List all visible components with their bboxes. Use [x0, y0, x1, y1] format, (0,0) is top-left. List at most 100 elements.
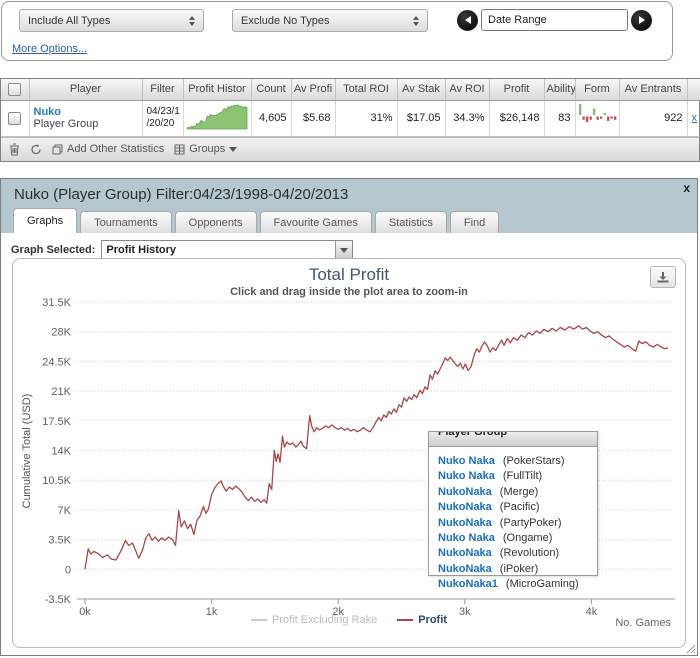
date-range-input[interactable]: Date Range — [481, 9, 628, 31]
table-row: Nuko Player Group 04/23/1 /20/20 4,605 $… — [1, 100, 700, 136]
player-site-link[interactable]: NukoNaka — [438, 485, 492, 500]
count-cell: 4,605 — [251, 100, 291, 136]
player-site-link[interactable]: NukoNaka — [438, 516, 492, 531]
select-all-header — [1, 79, 29, 100]
col-av-stak[interactable]: Av Stak — [397, 79, 445, 100]
player-group-row: NukoNaka(Revolution) — [438, 546, 588, 561]
site-label: (MicroGaming) — [506, 577, 579, 592]
player-group-row: NukoNaka (Merge) — [438, 485, 588, 500]
x-axis-title: No. Games — [615, 617, 671, 629]
tab-graphs[interactable]: Graphs — [13, 208, 77, 233]
svg-text:7K: 7K — [58, 505, 72, 517]
form-minichart — [577, 104, 618, 130]
row-close-cell: x — [687, 100, 700, 136]
svg-text:10.5K: 10.5K — [42, 475, 71, 487]
row-checkbox[interactable] — [8, 112, 21, 125]
player-group-box-header[interactable]: Player Group — [429, 432, 597, 447]
exclude-types-value: Exclude No Types — [241, 15, 329, 27]
stats-table-section: PlayerFilterProfit HistorCountAv ProfiTo… — [0, 78, 700, 162]
site-label: (PartyPoker) — [500, 516, 562, 531]
include-types-select[interactable]: Include All Types — [19, 9, 204, 32]
legend-swatch — [251, 619, 267, 621]
graph-selected-value: Profit History — [102, 241, 335, 259]
col-total-roi[interactable]: Total ROI — [335, 79, 397, 100]
date-next-button[interactable] — [631, 10, 652, 31]
filter-bar: Include All Types Exclude No Types Date … — [1, 1, 673, 61]
player-group-box[interactable]: Player Group Nuko Naka(PokerStars)Nuko N… — [428, 431, 598, 576]
add-other-statistics-button[interactable]: Add Other Statistics — [52, 143, 164, 155]
add-other-statistics-label: Add Other Statistics — [67, 143, 164, 155]
filter-line2: /20/20 — [147, 118, 179, 130]
ability-cell: 83 — [544, 100, 575, 136]
player-group-box-title: Player Group — [429, 432, 597, 438]
tab-find[interactable]: Find — [450, 211, 499, 233]
resize-grip[interactable] — [685, 643, 696, 654]
graph-select-row: Graph Selected: Profit History — [11, 240, 353, 260]
panel-close-button[interactable]: x — [683, 181, 690, 195]
site-label: (Ongame) — [503, 531, 553, 546]
graph-selected-dropdown[interactable]: Profit History — [101, 240, 353, 260]
panel-header: Nuko (Player Group) Filter:04/23/1998-04… — [1, 179, 697, 233]
site-label: (FullTilt) — [503, 469, 542, 484]
col-filter[interactable]: Filter — [142, 79, 183, 100]
tab-statistics[interactable]: Statistics — [375, 211, 447, 233]
date-prev-button[interactable] — [457, 10, 478, 31]
col-count[interactable]: Count — [251, 79, 291, 100]
col-av-roi[interactable]: Av ROI — [445, 79, 489, 100]
legend-label: Profit — [418, 614, 447, 626]
player-site-link[interactable]: NukoNaka — [438, 562, 492, 577]
player-site-link[interactable]: NukoNaka — [438, 546, 492, 561]
grid-icon — [174, 144, 185, 155]
more-options-link[interactable]: More Options... — [12, 43, 87, 55]
table-toolbar: Add Other Statistics Groups — [1, 137, 699, 161]
legend-item-profit-excluding-rake[interactable]: Profit Excluding Rake — [251, 614, 377, 626]
player-site-link[interactable]: Nuko Naka — [438, 469, 495, 484]
player-detail-panel: Nuko (Player Group) Filter:04/23/1998-04… — [0, 178, 698, 656]
player-group-row: NukoNaka(iPoker) — [438, 562, 588, 577]
svg-text:21K: 21K — [51, 386, 71, 398]
col-av-entrants[interactable]: Av Entrants — [619, 79, 687, 100]
col-profit-histor[interactable]: Profit Histor — [183, 79, 251, 100]
player-site-link[interactable]: NukoNaka1 — [438, 577, 498, 592]
date-range-placeholder: Date Range — [488, 14, 547, 26]
profit-cell: $26,148 — [489, 100, 544, 136]
groups-button[interactable]: Groups — [174, 143, 237, 155]
player-name-link[interactable]: Nuko — [34, 106, 138, 118]
svg-text:3.5K: 3.5K — [48, 535, 71, 547]
player-site-link[interactable]: NukoNaka — [438, 500, 492, 515]
col-profit[interactable]: Profit — [489, 79, 544, 100]
panel-title: Nuko (Player Group) Filter:04/23/1998-04… — [14, 186, 348, 203]
site-label: (Pacific) — [500, 500, 540, 515]
svg-text:-3.5K: -3.5K — [45, 594, 72, 606]
chart-container[interactable]: Total Profit Click and drag inside the p… — [12, 258, 686, 648]
col-av-profi[interactable]: Av Profi — [291, 79, 335, 100]
col-player[interactable]: Player — [29, 79, 142, 100]
tab-opponents[interactable]: Opponents — [175, 211, 257, 233]
legend-item-profit[interactable]: Profit — [397, 614, 447, 626]
caret-down-icon — [340, 248, 348, 253]
refresh-icon[interactable] — [30, 143, 42, 156]
av-profit-cell: $5.68 — [291, 100, 335, 136]
graph-selected-label: Graph Selected: — [11, 244, 95, 256]
dropdown-arrow-button[interactable] — [335, 241, 352, 259]
col-form[interactable]: Form — [575, 79, 619, 100]
tab-tournaments[interactable]: Tournaments — [80, 211, 172, 233]
right-arrow-icon — [639, 16, 645, 24]
trash-icon[interactable] — [9, 143, 20, 156]
tab-favourite-games[interactable]: Favourite Games — [260, 211, 372, 233]
svg-text:0: 0 — [65, 564, 71, 576]
player-site-link[interactable]: Nuko Naka — [438, 531, 495, 546]
exclude-types-select[interactable]: Exclude No Types — [232, 9, 428, 32]
av-roi-cell: 34.3% — [445, 100, 489, 136]
include-types-value: Include All Types — [28, 15, 110, 27]
svg-text:31.5K: 31.5K — [42, 297, 71, 309]
player-group-list: Nuko Naka(PokerStars)Nuko Naka(FullTilt)… — [429, 447, 597, 593]
player-site-link[interactable]: Nuko Naka — [438, 454, 495, 469]
col-ability[interactable]: Ability — [544, 79, 575, 100]
remove-row-link[interactable]: x — [692, 112, 697, 124]
select-all-checkbox[interactable] — [8, 83, 21, 96]
form-cell — [575, 100, 619, 136]
spinner-icon — [189, 16, 195, 26]
site-label: (Merge) — [500, 485, 539, 500]
player-group-label: Player Group — [34, 118, 138, 130]
